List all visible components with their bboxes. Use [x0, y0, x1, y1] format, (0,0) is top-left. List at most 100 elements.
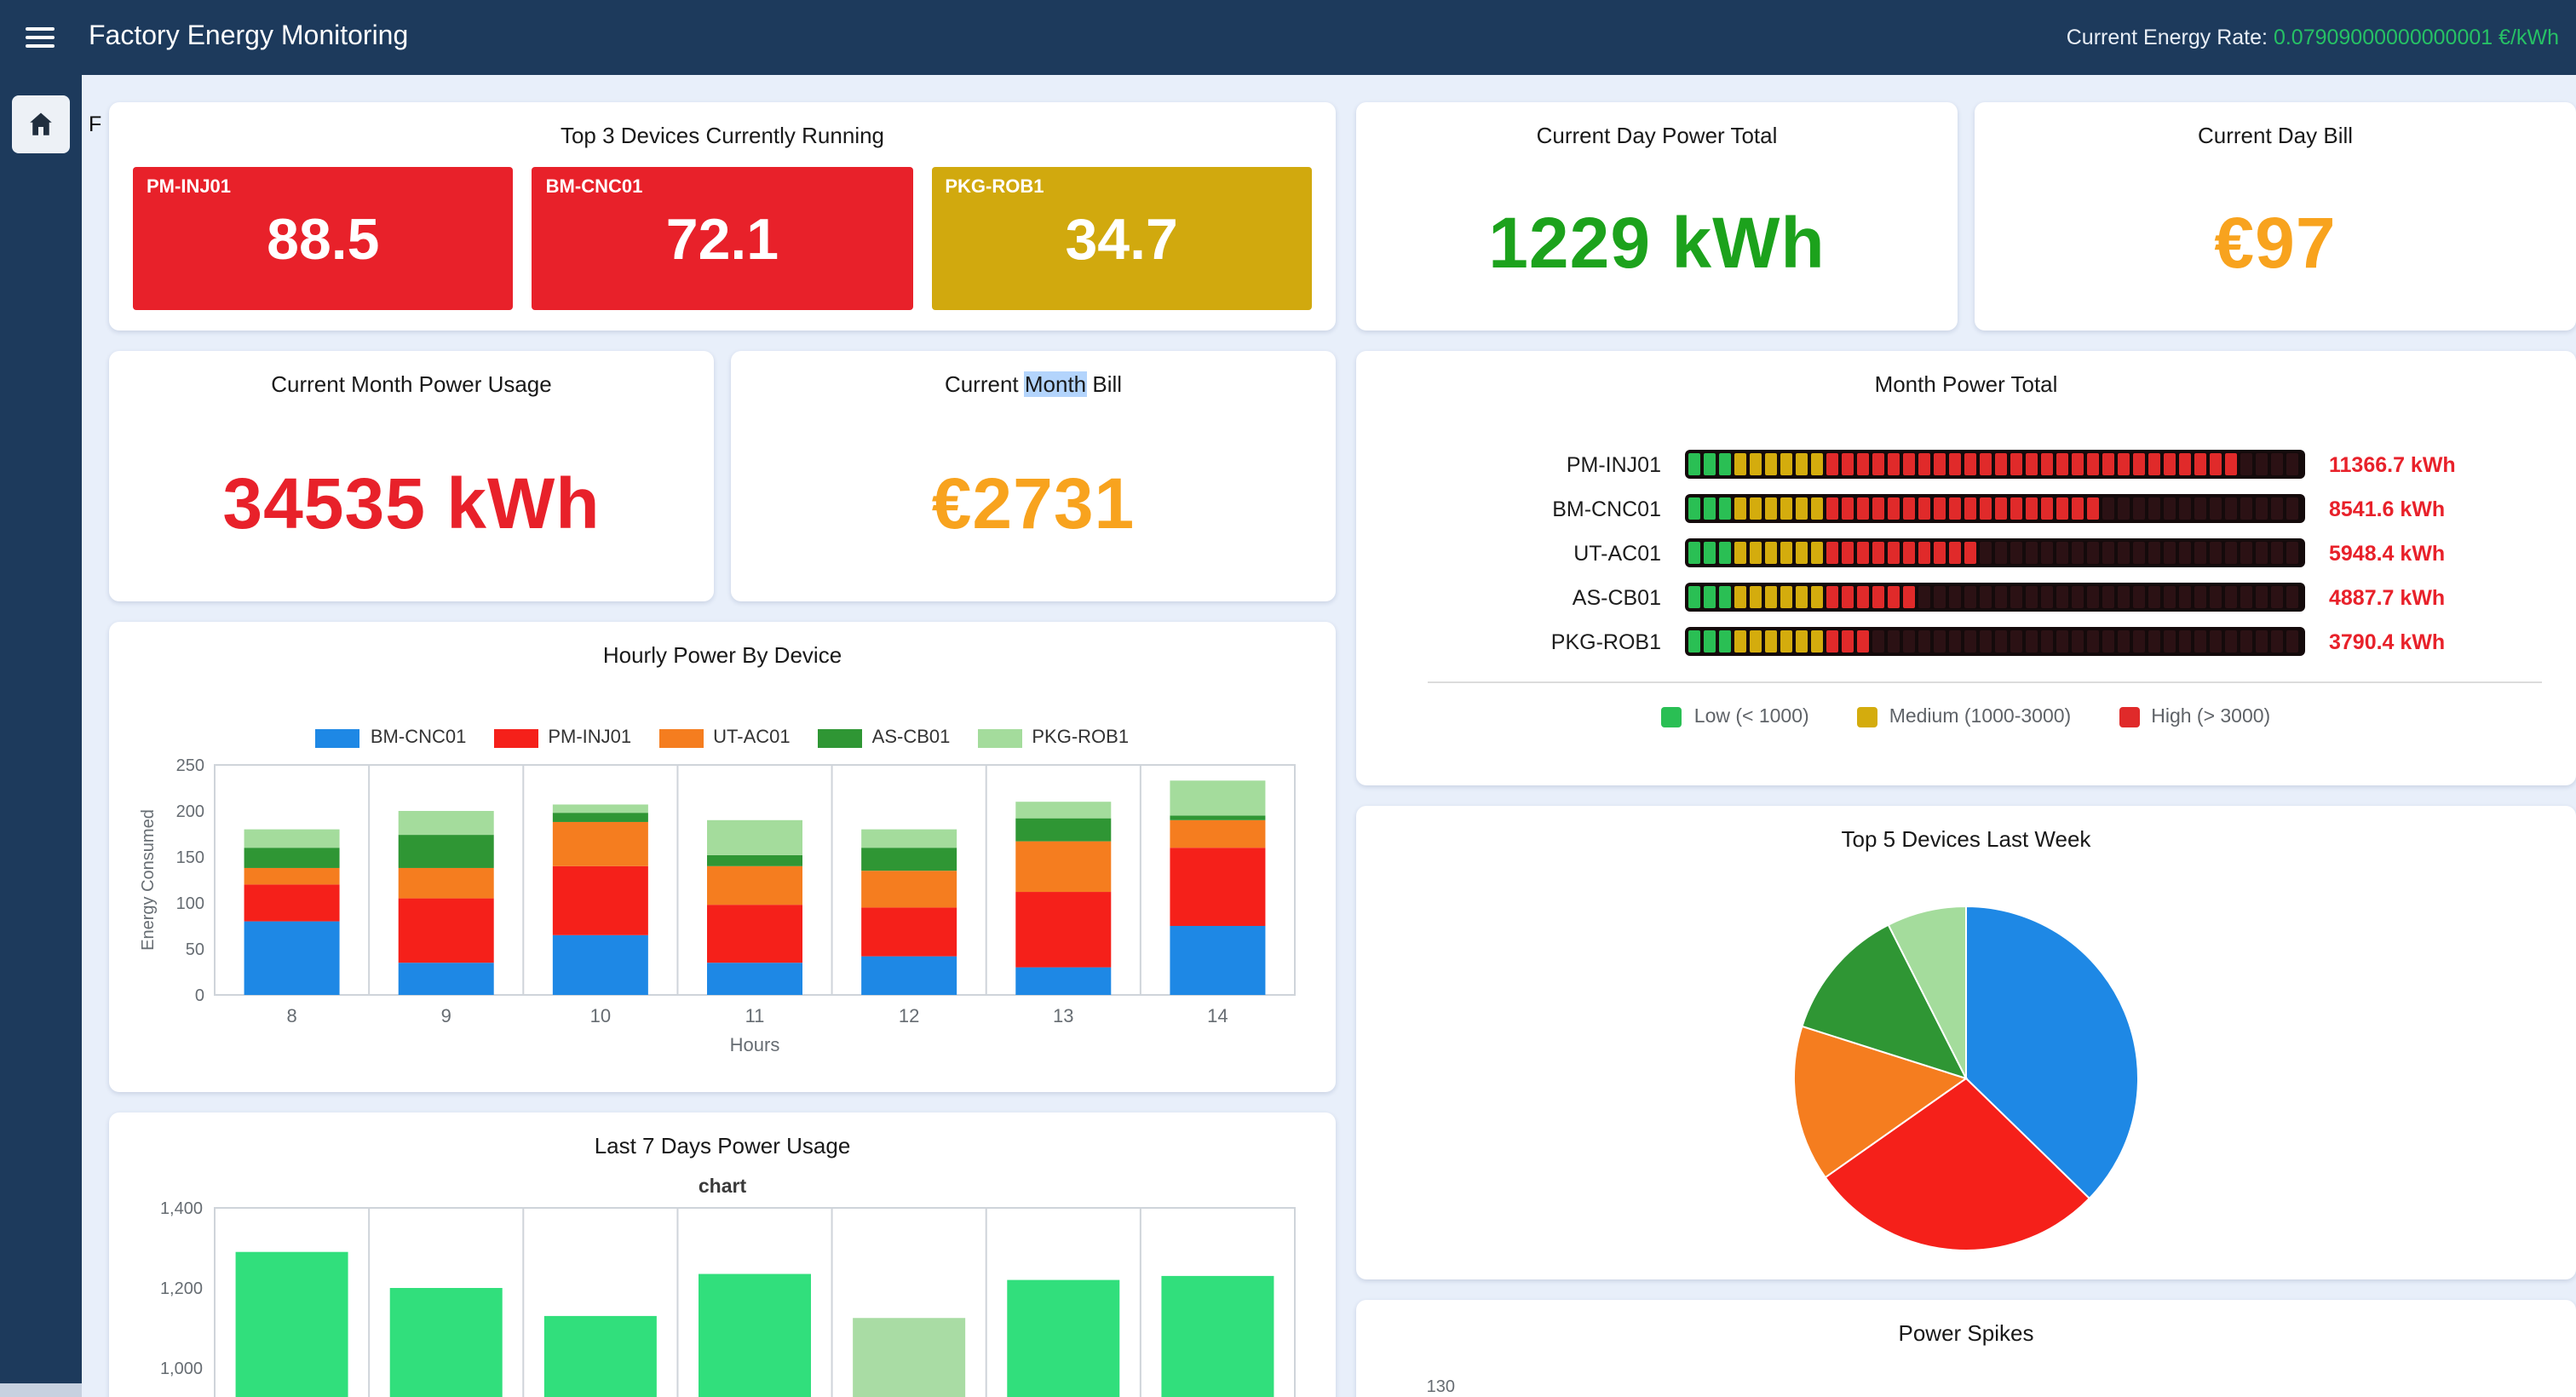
- legend-label: BM-CNC01: [371, 728, 466, 749]
- chart-title-hourly: Hourly Power By Device: [133, 642, 1312, 670]
- hourly-stacked-bar-chart[interactable]: 050100150200250Energy Consumed8910111213…: [133, 756, 1308, 1062]
- gauge-row-AS-CB01: AS-CB014887.7 kWh: [1380, 584, 2552, 612]
- card-title-day-total: Current Day Power Total: [1380, 123, 1934, 151]
- bar: [853, 1319, 965, 1397]
- stacked-bar-segment: [1015, 968, 1111, 995]
- svg-text:200: 200: [176, 803, 204, 822]
- energy-rate-value: 0.07909000000000001: [2274, 26, 2493, 49]
- bar: [390, 1289, 503, 1397]
- card-month-bill: Current Month Bill €2731: [731, 351, 1336, 601]
- bar: [236, 1252, 348, 1397]
- legend-label: PM-INJ01: [548, 728, 631, 749]
- chart-title-pie: Top 5 Devices Last Week: [1380, 826, 2552, 854]
- stacked-bar-segment: [861, 908, 957, 957]
- bar: [1161, 1276, 1274, 1397]
- svg-text:Energy Consumed: Energy Consumed: [139, 810, 158, 951]
- stacked-bar-segment: [244, 868, 340, 884]
- app-title: Factory Energy Monitoring: [89, 22, 408, 53]
- bar: [699, 1274, 811, 1397]
- chart-title-month-total: Month Power Total: [1380, 371, 2552, 400]
- stacked-bar-segment: [861, 871, 957, 908]
- card-hourly-power: Hourly Power By Device BM-CNC01 PM-INJ01 U…: [109, 622, 1336, 1092]
- sidebar-item-home[interactable]: [12, 95, 70, 153]
- stacked-bar-segment: [399, 899, 494, 963]
- menu-icon[interactable]: [0, 27, 78, 48]
- legend-label: Low (< 1000): [1694, 708, 1809, 728]
- stacked-bar-segment: [861, 957, 957, 995]
- pie-chart[interactable]: [1762, 899, 2171, 1260]
- month-usage-value: 34535 kWh: [222, 435, 600, 544]
- month-stats-row: Current Month Power Usage 34535 kWh Curr…: [109, 351, 1336, 601]
- stacked-bar-segment: [707, 820, 802, 855]
- legend-swatch: [1857, 708, 1877, 728]
- right-column: Current Day Power Total 1229 kWh Current…: [1356, 102, 2576, 1397]
- stacked-bar-segment: [399, 812, 494, 836]
- gauge-row-BM-CNC01: BM-CNC018541.6 kWh: [1380, 495, 2552, 524]
- stacked-bar-segment: [553, 805, 648, 813]
- stacked-bar-segment: [707, 866, 802, 905]
- svg-text:9: 9: [441, 1006, 451, 1027]
- chart-title-last7: Last 7 Days Power Usage: [133, 1133, 1312, 1161]
- legend-swatch: [2119, 708, 2139, 728]
- stacked-bar-segment: [399, 963, 494, 996]
- hourly-legend: BM-CNC01 PM-INJ01 UT-AC01 AS-CB01 PKG-ROB1: [133, 728, 1312, 749]
- stacked-bar-segment: [1015, 802, 1111, 819]
- card-month-power-total: Month Power Total PM-INJ0111366.7 kWhBM-…: [1356, 351, 2576, 785]
- stacked-bar-segment: [1170, 781, 1265, 816]
- legend-swatch: [818, 729, 862, 748]
- legend-item-AS-CB01[interactable]: AS-CB01: [818, 728, 951, 749]
- legend-item: Medium (1000-3000): [1857, 708, 2072, 728]
- stacked-bar-segment: [244, 848, 340, 869]
- legend-swatch: [316, 729, 360, 748]
- legend-item-PM-INJ01[interactable]: PM-INJ01: [493, 728, 631, 749]
- tile-device-label: PM-INJ01: [147, 178, 231, 198]
- legend-label: UT-AC01: [713, 728, 791, 749]
- bar: [1007, 1280, 1119, 1397]
- gauge-value: 5948.4 kWh: [2329, 542, 2445, 566]
- svg-text:10: 10: [590, 1006, 611, 1027]
- gauge-row-UT-AC01: UT-AC01 5948.4 kWh: [1380, 539, 2552, 568]
- legend-label: AS-CB01: [872, 728, 951, 749]
- stacked-bar-segment: [1015, 842, 1111, 892]
- pie-wrap: [1380, 899, 2552, 1260]
- month-bill-value: €2731: [932, 435, 1136, 544]
- card-top5-pie: Top 5 Devices Last Week: [1356, 806, 2576, 1279]
- device-tile-BM-CNC01: BM-CNC0172.1: [532, 168, 913, 311]
- day-bill-value: €97: [2214, 175, 2336, 285]
- gauge-device-label: UT-AC01: [1380, 542, 1661, 566]
- stacked-bar-segment: [861, 830, 957, 848]
- svg-text:0: 0: [195, 987, 204, 1006]
- legend-label: Medium (1000-3000): [1889, 708, 2072, 728]
- power-spikes-chart[interactable]: 130: [1380, 1348, 2552, 1397]
- card-day-total: Current Day Power Total 1229 kWh: [1356, 102, 1958, 331]
- svg-text:Hours: Hours: [730, 1035, 780, 1056]
- gauge-track: [1685, 539, 2305, 568]
- legend-swatch: [658, 729, 703, 748]
- svg-text:1,200: 1,200: [160, 1280, 203, 1299]
- stacked-bar-segment: [244, 885, 340, 922]
- svg-text:150: 150: [176, 849, 204, 868]
- card-title-month-usage: Current Month Power Usage: [133, 371, 690, 400]
- day-total-value: 1229 kWh: [1488, 175, 1826, 285]
- card-power-spikes: Power Spikes 130: [1356, 1300, 2576, 1397]
- legend-swatch: [1662, 708, 1682, 728]
- stacked-bar-segment: [244, 830, 340, 848]
- sidebar-peek-label: F: [89, 112, 101, 136]
- month-total-gauges: PM-INJ0111366.7 kWhBM-CNC018541.6 kWhUT-…: [1380, 451, 2552, 657]
- svg-text:13: 13: [1053, 1006, 1073, 1027]
- tile-value: 34.7: [931, 209, 1312, 275]
- bar: [544, 1316, 657, 1397]
- gauge-track: [1685, 495, 2305, 524]
- legend-item-UT-AC01[interactable]: UT-AC01: [658, 728, 791, 749]
- svg-text:100: 100: [176, 895, 204, 914]
- legend-item-BM-CNC01[interactable]: BM-CNC01: [316, 728, 466, 749]
- last7-bar-chart[interactable]: 1,4001,2001,000: [133, 1202, 1308, 1397]
- legend-item-PKG-ROB1[interactable]: PKG-ROB1: [977, 728, 1129, 749]
- top3-tiles: PM-INJ0188.5BM-CNC0172.1PKG-ROB134.7: [133, 168, 1312, 311]
- stacked-bar-segment: [707, 855, 802, 866]
- gauge-track: [1685, 628, 2305, 657]
- divider: [1428, 682, 2542, 684]
- gauge-row-PKG-ROB1: PKG-ROB13790.4 kWh: [1380, 628, 2552, 657]
- card-title-month-bill: Current Month Bill: [755, 371, 1312, 400]
- stacked-bar-segment: [1170, 927, 1265, 996]
